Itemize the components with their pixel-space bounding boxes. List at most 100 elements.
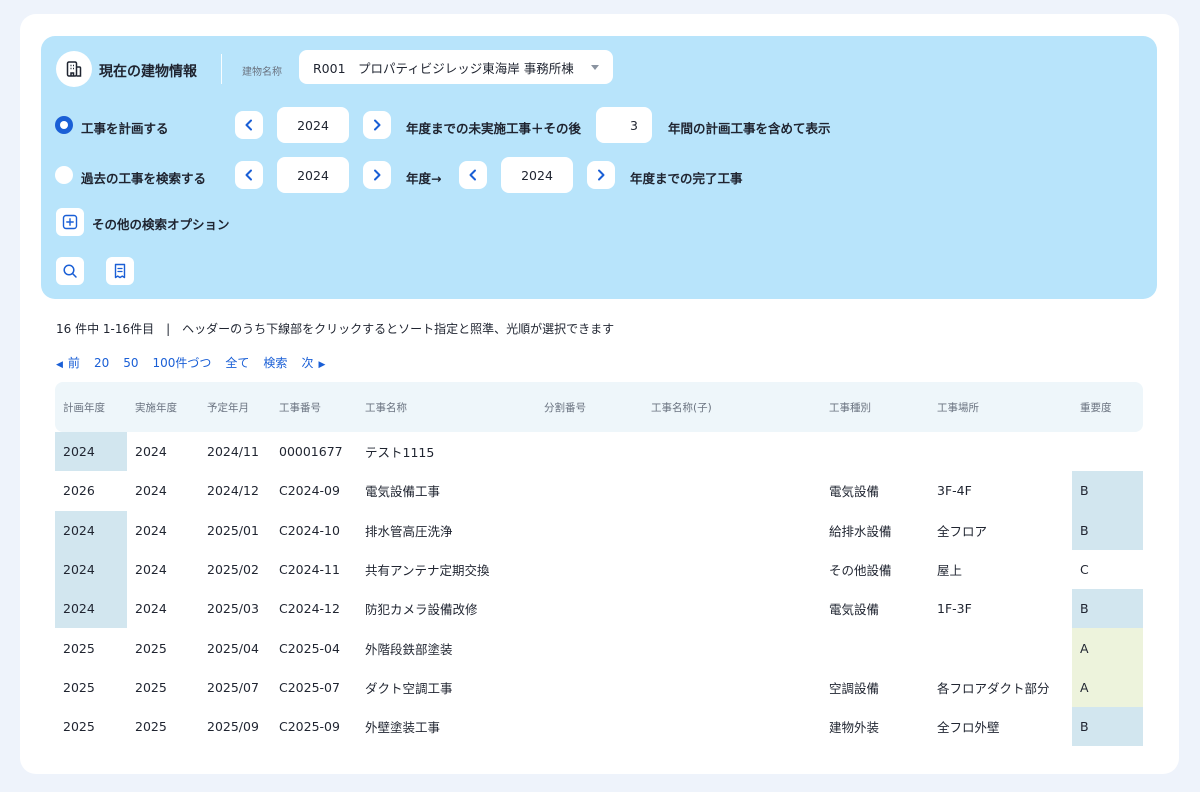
cell-plan-year: 2024	[55, 549, 127, 590]
table-header-row: 計画年度 実施年度 予定年月 工事番号 工事名称 分割番号 工事名称(子) 工事…	[55, 382, 1143, 432]
plan-year-field[interactable]: 2024	[277, 107, 349, 143]
cell-plan-year: 2025	[63, 679, 95, 695]
table-row[interactable]: 2024 2024 2025/01 C2024-10 排水管高圧洗浄 給排水設備 全フロア B	[55, 510, 1143, 550]
table-row[interactable]: 2025 2025 2025/04 C2025-04 外階段鉄部塗装 A	[55, 628, 1143, 668]
building-info-title: 現在の建物情報	[99, 64, 197, 80]
past-from-prev-button[interactable]	[235, 161, 263, 189]
cell-split-number	[536, 432, 643, 471]
pager-prev-link[interactable]: ◀ 前	[56, 354, 80, 371]
plus-icon	[62, 214, 78, 230]
past-year-to-field[interactable]: 2024	[501, 157, 573, 193]
header-work-number[interactable]: 工事番号	[271, 382, 357, 432]
cell-importance: A	[1072, 667, 1143, 708]
pager-search[interactable]: 検索	[263, 354, 287, 371]
cell-work-location: 全フロア	[937, 523, 988, 539]
chevron-left-icon	[245, 169, 252, 181]
cell-scheduled-month: 2024/12	[207, 483, 259, 499]
cell-child-work-name	[643, 550, 821, 589]
cell-work-location: 全フロ外壁	[937, 720, 1000, 736]
cell-plan-year: 2026	[63, 483, 95, 499]
cell-exec-year: 2024	[135, 444, 167, 460]
cell-scheduled-month: 2025/07	[207, 679, 259, 695]
cell-work-name: 外階段鉄部塗装	[365, 641, 453, 657]
header-split-number[interactable]: 分割番号	[536, 382, 643, 432]
cell-work-name: 共有アンテナ定期交換	[365, 563, 490, 579]
pager-size-20[interactable]: 20	[94, 356, 109, 370]
table-row[interactable]: 2024 2024 2025/03 C2024-12 防犯カメラ設備改修 電気設備 1F-3…	[55, 589, 1143, 629]
pager-size-100[interactable]: 100件づつ	[153, 354, 212, 371]
cell-work-name: 排水管高圧洗浄	[365, 523, 453, 539]
past-text-2: 年度までの完了工事	[630, 171, 743, 186]
chevron-left-icon	[245, 119, 252, 131]
table-row[interactable]: 2025 2025 2025/07 C2025-07 ダクト空調工事 空調設備 各フロアダク…	[55, 667, 1143, 708]
building-select[interactable]: R001 プロパティビジレッジ東海岸 事務所棟	[299, 50, 613, 84]
cell-work-number: C2024-11	[279, 562, 340, 578]
cell-work-type: 建物外装	[829, 720, 880, 736]
chevron-left-icon	[469, 169, 476, 181]
caret-right-icon: ▶	[318, 360, 326, 370]
cell-scheduled-month: 2025/01	[207, 522, 259, 538]
table-row[interactable]: 2026 2024 2024/12 C2024-09 電気設備工事 電気設備 3F-4F B	[55, 471, 1143, 511]
cell-work-name: 電気設備工事	[365, 484, 441, 500]
chevron-right-icon	[374, 119, 381, 131]
cell-exec-year: 2024	[135, 522, 167, 538]
header-work-name[interactable]: 工事名称	[357, 382, 536, 432]
past-from-next-button[interactable]	[363, 161, 391, 189]
table-row[interactable]: 2024 2024 2024/11 00001677 テスト1115	[55, 432, 1143, 472]
cell-work-location: 各フロアダクト部分	[937, 680, 1050, 696]
pager-all[interactable]: 全て	[225, 354, 249, 371]
years-after-field[interactable]: 3	[596, 107, 652, 143]
report-button[interactable]	[106, 257, 134, 285]
search-panel: 現在の建物情報 建物名称 R001 プロパティビジレッジ東海岸 事務所棟 工事を…	[41, 36, 1157, 299]
cell-work-location	[929, 432, 1072, 471]
cell-scheduled-month: 2025/04	[207, 640, 259, 656]
cell-importance: B	[1072, 589, 1143, 629]
cell-exec-year: 2025	[135, 719, 167, 735]
cell-exec-year: 2024	[135, 601, 167, 617]
cell-child-work-name	[643, 432, 821, 471]
cell-plan-year: 2025	[63, 719, 95, 735]
pager-next-link[interactable]: 次 ▶	[301, 354, 325, 371]
cell-scheduled-month: 2025/03	[207, 601, 259, 617]
cell-work-number: C2024-10	[279, 522, 340, 538]
more-options-button[interactable]	[56, 208, 84, 236]
header-importance[interactable]: 重要度	[1072, 382, 1143, 432]
header-work-location[interactable]: 工事場所	[929, 382, 1072, 432]
cell-importance: A	[1072, 628, 1143, 668]
header-scheduled-month[interactable]: 予定年月	[199, 382, 271, 432]
plan-year-next-button[interactable]	[363, 111, 391, 139]
building-icon	[56, 51, 92, 87]
cell-work-number: C2025-07	[279, 679, 340, 695]
cell-scheduled-month: 2025/02	[207, 562, 259, 578]
cell-work-name: テスト1115	[365, 445, 435, 461]
cell-importance: B	[1072, 707, 1143, 747]
table-row[interactable]: 2025 2025 2025/09 C2025-09 外壁塗装工事 建物外装 全フロ外壁 B	[55, 707, 1143, 747]
chevron-right-icon	[598, 169, 605, 181]
cell-exec-year: 2025	[135, 640, 167, 656]
search-button[interactable]	[56, 257, 84, 285]
cell-work-type: 電気設備	[829, 484, 880, 500]
table-row[interactable]: 2024 2024 2025/02 C2024-11 共有アンテナ定期交換 その他設備 屋上…	[55, 549, 1143, 590]
cell-work-number: C2025-04	[279, 640, 340, 656]
cell-plan-year: 2025	[63, 640, 95, 656]
header-child-work-name[interactable]: 工事名称(子)	[643, 382, 821, 432]
pager-size-50[interactable]: 50	[123, 356, 138, 370]
cell-work-type: その他設備	[829, 563, 892, 579]
cell-plan-year: 2024	[55, 432, 127, 472]
header-work-type[interactable]: 工事種別	[821, 382, 929, 432]
plan-radio[interactable]	[55, 116, 73, 134]
past-to-next-button[interactable]	[587, 161, 615, 189]
cell-work-location: 1F-3F	[937, 601, 972, 617]
past-to-prev-button[interactable]	[459, 161, 487, 189]
cell-child-work-name	[643, 471, 821, 510]
header-exec-year[interactable]: 実施年度	[127, 382, 199, 432]
cell-child-work-name	[643, 589, 821, 628]
cell-work-type: 給排水設備	[829, 523, 892, 539]
header-plan-year[interactable]: 計画年度	[55, 382, 127, 432]
building-select-value: R001 プロパティビジレッジ東海岸 事務所棟	[313, 60, 574, 76]
plan-year-prev-button[interactable]	[235, 111, 263, 139]
past-year-from-field[interactable]: 2024	[277, 157, 349, 193]
cell-child-work-name	[643, 511, 821, 550]
past-radio[interactable]	[55, 166, 73, 184]
past-text-1: 年度→	[406, 171, 442, 186]
